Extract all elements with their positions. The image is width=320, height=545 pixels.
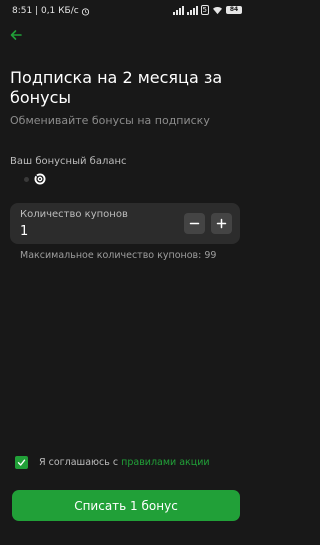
coupon-quantity-label: Количество купонов xyxy=(20,209,128,220)
plus-icon xyxy=(216,218,227,229)
status-left: 8:51 | 0,1 КБ/с xyxy=(12,6,90,16)
signal-icon xyxy=(172,5,184,15)
arrow-left-icon xyxy=(10,30,22,40)
back-button[interactable] xyxy=(9,26,31,44)
battery-icon: 84 xyxy=(226,6,242,14)
increase-button[interactable] xyxy=(211,213,232,234)
max-coupons-text: Максимальное количество купонов: 99 xyxy=(20,250,217,261)
checkmark-icon xyxy=(17,459,26,466)
status-bar: 8:51 | 0,1 КБ/с 5 84 xyxy=(0,0,252,22)
wifi-icon xyxy=(213,6,222,14)
agreement-text: Я соглашаюсь с xyxy=(39,457,119,468)
submit-button[interactable]: Списать 1 бонус xyxy=(12,490,240,521)
page-subtitle: Обменивайте бонусы на подписку xyxy=(10,114,210,127)
decrease-button[interactable] xyxy=(184,213,205,234)
coupon-quantity-card: Количество купонов 1 xyxy=(10,203,240,244)
minus-icon xyxy=(189,222,200,225)
coupon-quantity-value[interactable]: 1 xyxy=(20,224,28,239)
agreement-row: Я соглашаюсь с правилами акции xyxy=(15,456,210,469)
signal-2-icon xyxy=(186,5,198,15)
alarm-icon xyxy=(81,7,89,16)
status-right: 5 84 xyxy=(172,5,242,15)
bonus-coin-icon xyxy=(34,173,46,185)
status-time-speed: 8:51 | 0,1 КБ/с xyxy=(12,6,79,16)
rules-link[interactable]: правилами акции xyxy=(121,457,209,468)
balance-placeholder xyxy=(24,176,29,182)
balance-label: Ваш бонусный баланс xyxy=(10,156,127,167)
page-title: Подписка на 2 месяца за бонусы xyxy=(10,68,223,107)
balance-value xyxy=(24,172,47,186)
agreement-checkbox[interactable] xyxy=(15,456,28,469)
network-badge: 5 xyxy=(200,5,209,15)
